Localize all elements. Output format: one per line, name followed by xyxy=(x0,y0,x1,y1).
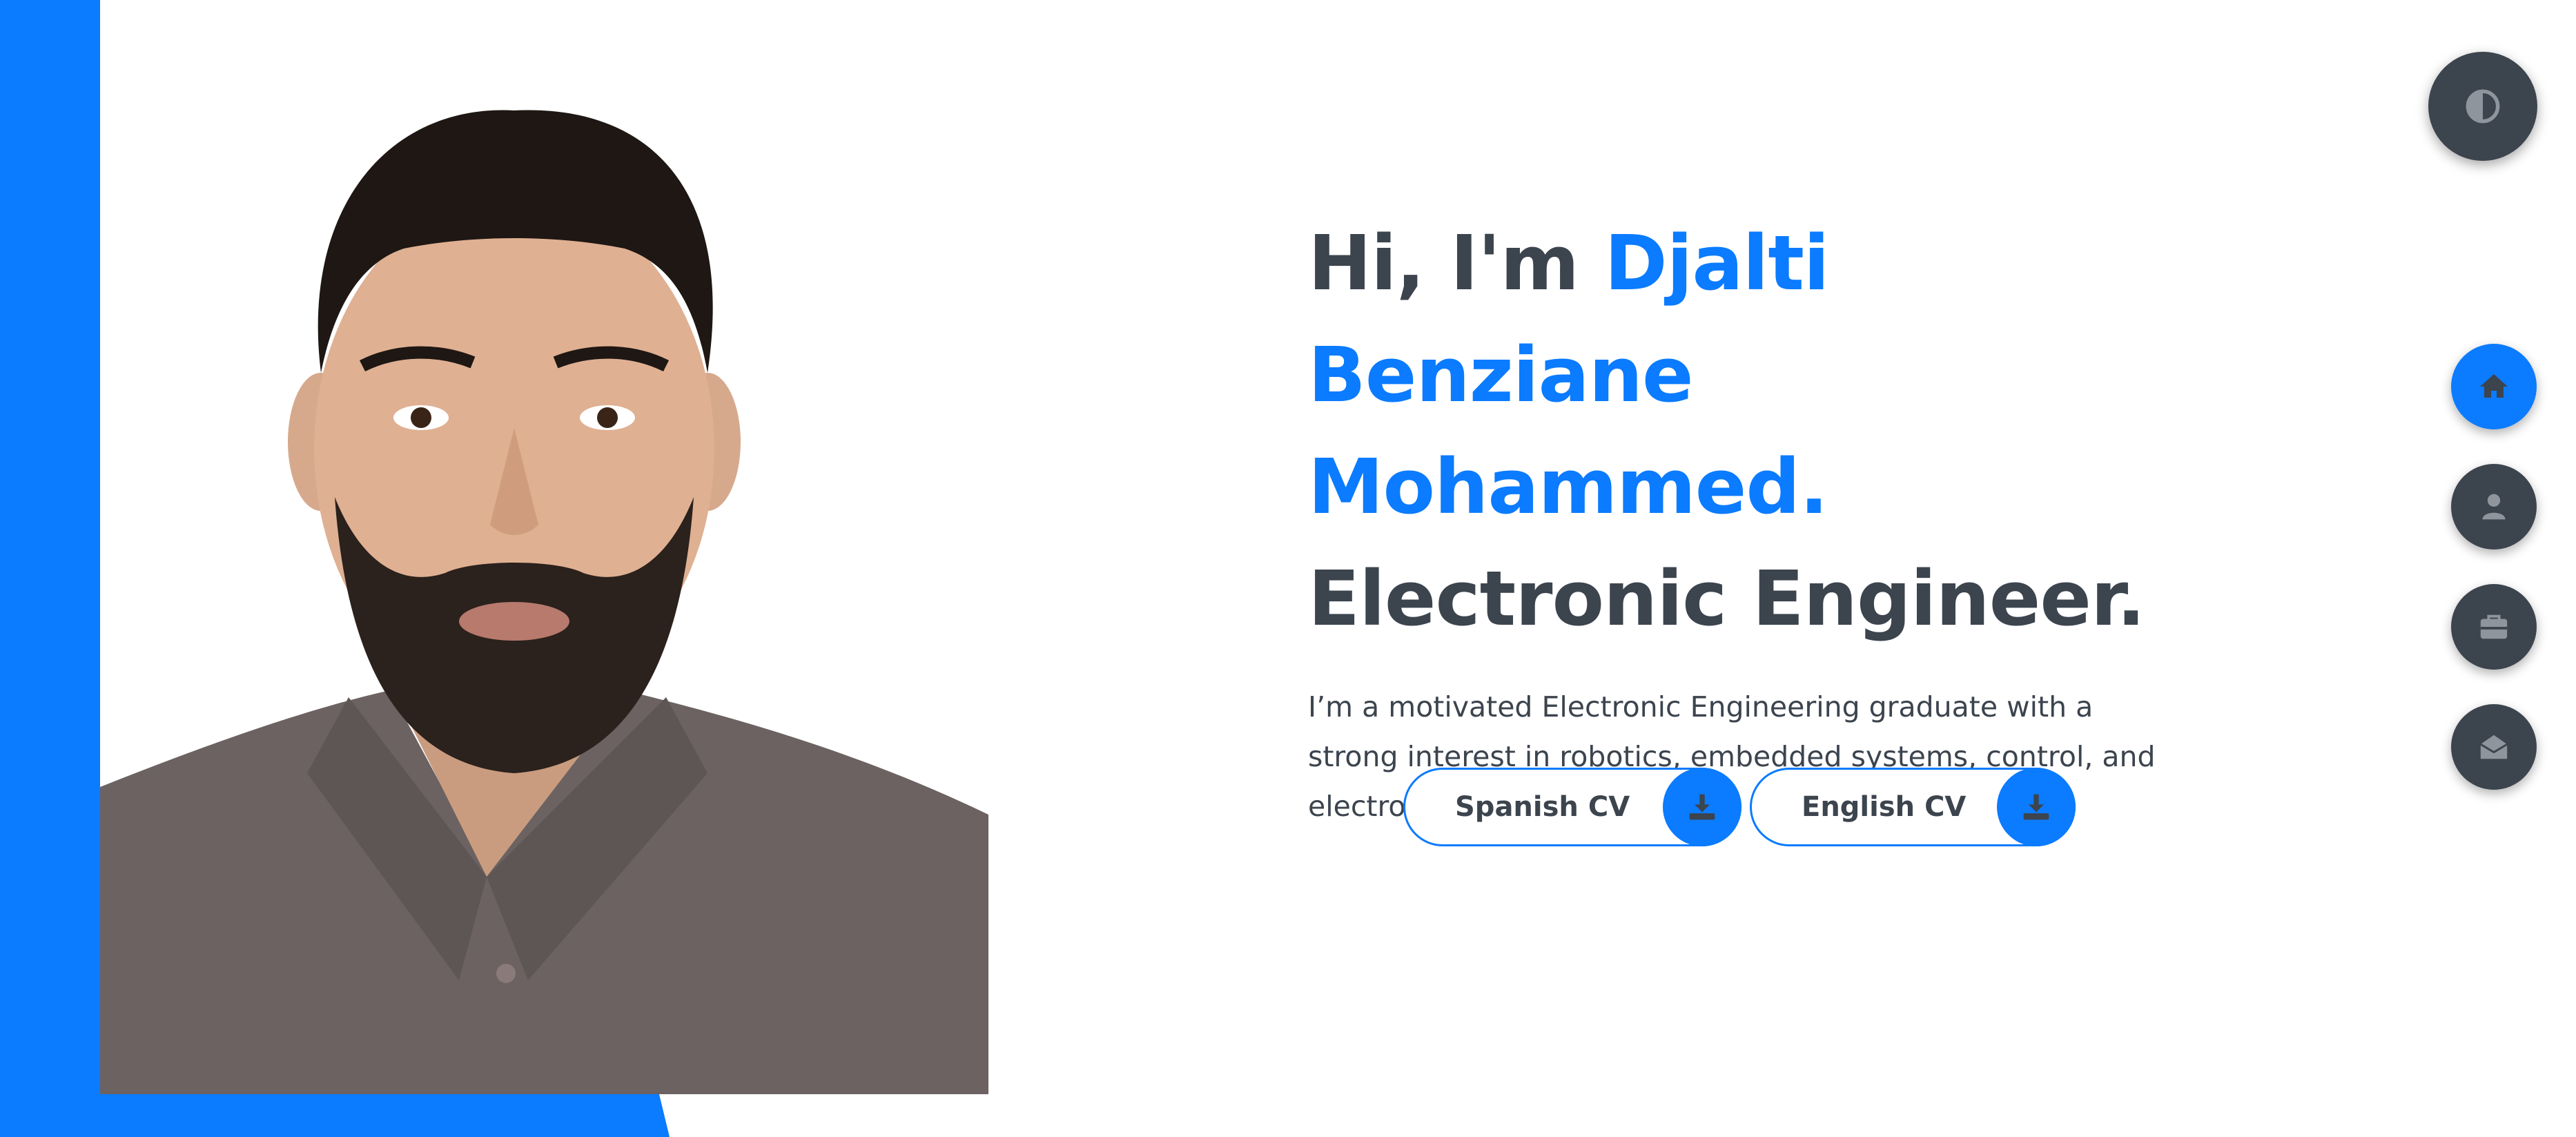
contrast-icon xyxy=(2466,89,2500,124)
cv-buttons: Spanish CV English CV xyxy=(1403,768,2076,846)
nav-home-button[interactable] xyxy=(2451,344,2537,429)
english-cv-label: English CV xyxy=(1802,791,1967,823)
role-text: Electronic Engineer. xyxy=(1308,554,2145,643)
home-icon xyxy=(2480,374,2508,398)
nav-portfolio-button[interactable] xyxy=(2451,584,2537,670)
hero-section: Hi, I'm Djalti Benziane Mohammed. Electron… xyxy=(1308,207,2205,831)
download-icon xyxy=(1997,768,2076,846)
side-navigation xyxy=(2451,344,2537,790)
greeting-text: Hi, I'm xyxy=(1308,219,1605,307)
page: Hi, I'm Djalti Benziane Mohammed. Electron… xyxy=(0,0,2576,1137)
spanish-cv-button[interactable]: Spanish CV xyxy=(1403,768,1741,846)
nav-contact-button[interactable] xyxy=(2451,704,2537,790)
theme-toggle-button[interactable] xyxy=(2428,52,2537,161)
english-cv-button[interactable]: English CV xyxy=(1750,768,2076,846)
download-icon-svg xyxy=(1689,794,1715,820)
briefcase-icon xyxy=(2480,614,2508,639)
nav-about-button[interactable] xyxy=(2451,464,2537,550)
download-icon-svg xyxy=(2023,794,2049,820)
spanish-cv-label: Spanish CV xyxy=(1455,791,1630,823)
portrait-illustration xyxy=(100,0,988,1094)
name-line-2: Mohammed. xyxy=(1308,443,1828,531)
profile-photo xyxy=(100,0,988,1094)
envelope-open-icon xyxy=(2480,735,2508,759)
download-icon xyxy=(1663,768,1741,846)
hero-title: Hi, I'm Djalti Benziane Mohammed. Electron… xyxy=(1308,207,2205,654)
user-icon xyxy=(2482,494,2506,520)
